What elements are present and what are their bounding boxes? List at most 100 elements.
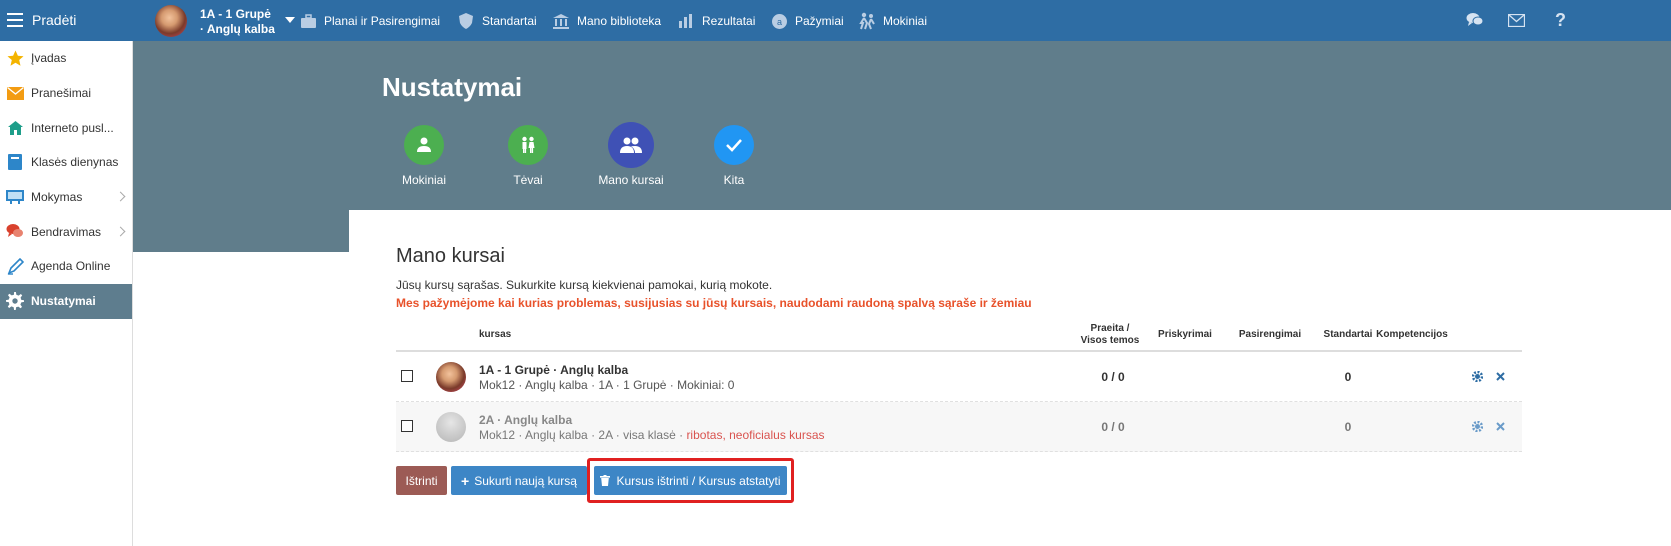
course-name[interactable]: 1A - 1 Grupė · Anglų kalba	[479, 363, 628, 377]
brand-start-link[interactable]: Pradėti	[32, 12, 76, 28]
sidebar-item-website[interactable]: Interneto pusl...	[0, 110, 132, 145]
pen-icon	[6, 257, 24, 275]
course-selector-line2: · Anglų kalba	[200, 22, 275, 36]
help-icon[interactable]: ?	[1555, 10, 1566, 30]
grades-icon: a	[770, 12, 788, 30]
course-settings-button[interactable]	[1471, 370, 1483, 382]
sidebar-item-label: Mokymas	[31, 190, 83, 205]
gear-icon	[1471, 420, 1483, 432]
column-header-passed-line1: Praeita /	[1090, 323, 1130, 334]
table-row[interactable]: 1A - 1 Grupė · Anglų kalba Mok12 · Anglų…	[396, 352, 1522, 402]
book-icon	[6, 153, 24, 171]
nav-standards-label: Standartai	[482, 14, 537, 28]
star-icon	[6, 49, 24, 67]
nav-results-label: Rezultatai	[702, 14, 756, 28]
svg-text:a: a	[776, 17, 781, 27]
column-header-standards[interactable]: Standartai	[1315, 329, 1381, 341]
column-header-assignments[interactable]: Priskyrimai	[1150, 329, 1220, 341]
nav-library-label: Mano biblioteka	[577, 14, 662, 28]
section-description: Jūsų kursų sąrašas. Sukurkite kursą kiek…	[396, 278, 773, 292]
nav-grades-label: Pažymiai	[795, 14, 844, 28]
group-icon	[620, 137, 642, 153]
sidebar-item-label: Bendravimas	[31, 224, 102, 239]
standards-value: 0	[1344, 420, 1352, 434]
person-icon	[417, 137, 431, 152]
close-icon	[1495, 421, 1505, 431]
sidebar-item-classbook[interactable]: Klasės dienynas	[0, 145, 132, 180]
sidebar-item-settings[interactable]: Nustatymai	[0, 283, 132, 319]
mail-icon[interactable]	[1508, 10, 1525, 30]
sidebar-item-messages[interactable]: Pranešimai	[0, 76, 132, 111]
sidebar-item-agenda[interactable]: Agenda Online	[0, 249, 132, 284]
course-details: Mok12 · Anglų kalba · 2A · visa klasė · …	[479, 428, 825, 442]
my-courses-tile-label: Mano kursai	[598, 173, 664, 187]
other-tile-label: Kita	[723, 173, 745, 187]
column-header-competencies[interactable]: Kompetencijos	[1376, 329, 1448, 341]
envelope-icon	[6, 84, 24, 102]
chat-icon[interactable]	[1466, 10, 1484, 30]
course-selector[interactable]: 1A - 1 Grupė · Anglų kalba	[155, 5, 295, 37]
course-selector-line1: 1A - 1 Grupė	[200, 7, 271, 21]
create-course-label: Sukurti naują kursą	[474, 473, 577, 488]
my-courses-tile-button[interactable]	[608, 122, 654, 168]
parents-icon	[522, 136, 535, 153]
speech-icon	[6, 223, 24, 241]
sidebar-item-label: Agenda Online	[31, 259, 111, 274]
nav-plans-label: Planai ir Pasirengimai	[324, 14, 441, 28]
sidebar-item-teaching[interactable]: Mokymas	[0, 180, 132, 215]
column-header-passed-line2: Visos temos	[1080, 335, 1140, 346]
nav-results[interactable]: Rezultatai	[677, 11, 755, 31]
passed-value: 0 / 0	[1101, 420, 1125, 434]
course-delete-button[interactable]	[1494, 370, 1506, 382]
row-checkbox[interactable]	[401, 420, 413, 432]
close-icon	[1495, 371, 1505, 381]
section-title: Mano kursai	[396, 245, 505, 267]
bar-chart-icon	[677, 12, 695, 30]
passed-value: 0 / 0	[1101, 370, 1125, 384]
nav-grades[interactable]: a Pažymiai	[770, 11, 844, 31]
course-avatar	[155, 5, 187, 37]
column-header-passed[interactable]: Praeita / Visos temos	[1070, 323, 1150, 347]
top-bar: Pradėti 1A - 1 Grupė · Anglų kalba Plana…	[0, 0, 1671, 41]
students-tile-label: Mokiniai	[401, 173, 446, 187]
delete-button[interactable]: Ištrinti	[396, 466, 447, 495]
gear-icon	[6, 292, 24, 311]
students-icon	[858, 12, 876, 30]
chevron-right-icon	[115, 191, 126, 202]
nav-plans[interactable]: Planai ir Pasirengimai	[299, 11, 440, 31]
sidebar-item-label: Įvadas	[31, 51, 67, 66]
course-settings-button[interactable]	[1471, 420, 1483, 432]
plus-icon: +	[461, 472, 470, 489]
sidebar-item-label: Pranešimai	[31, 86, 92, 101]
course-warning-text: ribotas, neoficialus kursas	[686, 428, 825, 442]
sidebar-item-intro[interactable]: Įvadas	[0, 41, 132, 76]
course-delete-button[interactable]	[1494, 420, 1506, 432]
other-tile-button[interactable]	[714, 125, 754, 165]
course-details: Mok12 · Anglų kalba · 1A · 1 Grupė · Mok…	[479, 378, 734, 392]
standards-value: 0	[1344, 370, 1352, 384]
nav-students[interactable]: Mokiniai	[858, 11, 927, 31]
students-tile-button[interactable]	[404, 125, 444, 165]
parents-tile-label: Tėvai	[513, 173, 543, 187]
menu-icon[interactable]	[7, 13, 23, 27]
column-header-course[interactable]: kursas	[479, 329, 511, 341]
course-name[interactable]: 2A · Anglų kalba	[479, 413, 572, 427]
parents-tile-button[interactable]	[508, 125, 548, 165]
problems-warning: Mes pažymėjome kai kurias problemas, sus…	[396, 296, 1032, 310]
course-details-text: Mok12 · Anglų kalba · 1A · 1 Grupė · Mok…	[479, 378, 735, 392]
check-icon	[726, 139, 742, 152]
create-course-button[interactable]: + Sukurti naują kursą	[451, 466, 587, 495]
library-icon	[552, 12, 570, 30]
column-header-preparations[interactable]: Pasirengimai	[1230, 329, 1310, 341]
table-row[interactable]: 2A · Anglų kalba Mok12 · Anglų kalba · 2…	[396, 402, 1522, 452]
gear-icon	[1471, 370, 1483, 382]
sidebar-item-communication[interactable]: Bendravimas	[0, 214, 132, 249]
briefcase-icon	[299, 12, 317, 30]
course-avatar	[436, 412, 466, 442]
page-title: Nustatymai	[382, 72, 523, 102]
home-icon	[6, 119, 24, 137]
sidebar: Įvadas Pranešimai Interneto pusl... Klas…	[0, 41, 133, 546]
nav-standards[interactable]: Standartai	[457, 11, 537, 31]
row-checkbox[interactable]	[401, 370, 413, 382]
nav-library[interactable]: Mano biblioteka	[552, 11, 661, 31]
